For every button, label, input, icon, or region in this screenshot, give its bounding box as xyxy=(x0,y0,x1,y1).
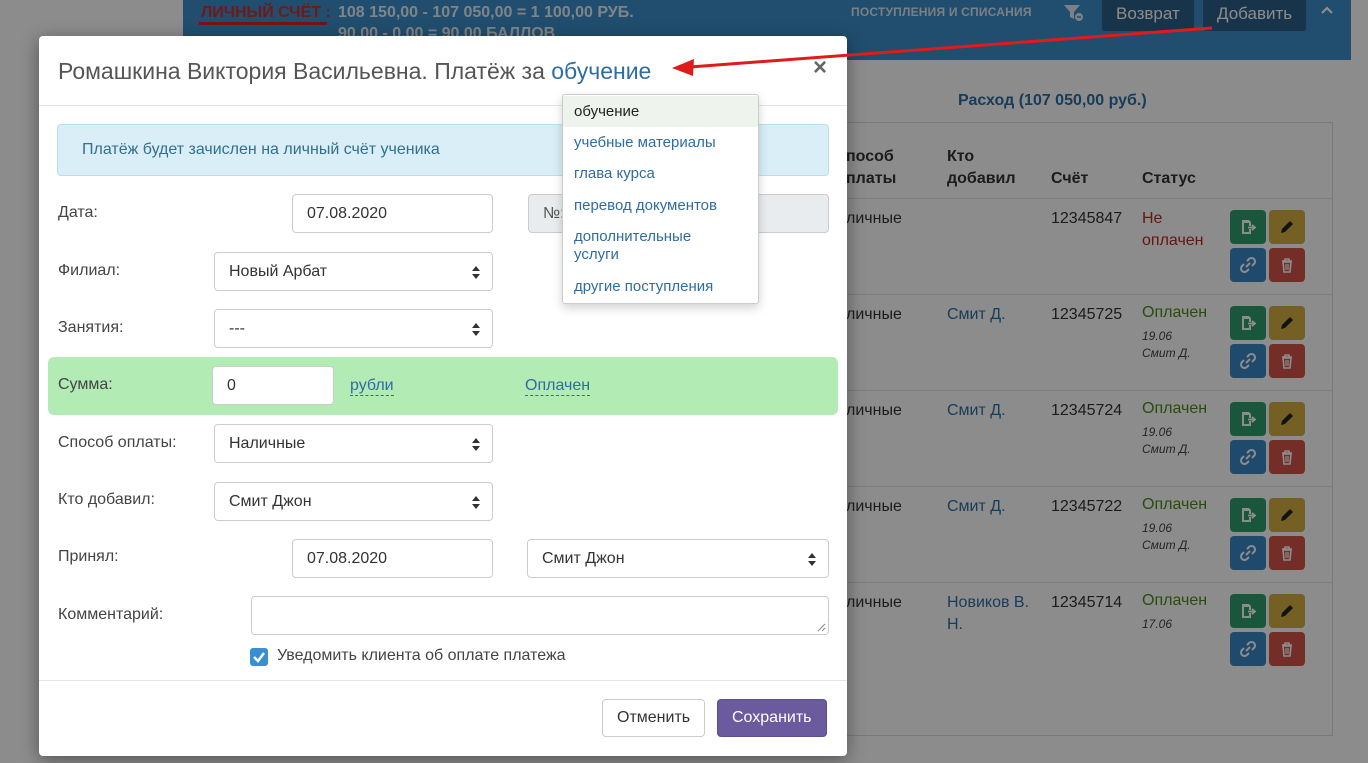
comment-label: Комментарий: xyxy=(58,606,164,623)
branch-select-value: Новый Арбат xyxy=(229,263,328,280)
lessons-select[interactable]: --- xyxy=(214,309,493,348)
payment-type-dropdown: обучение учебные материалы глава курса п… xyxy=(562,94,759,304)
sum-label: Сумма: xyxy=(58,376,113,393)
select-arrows-icon xyxy=(472,496,480,509)
accepted-label: Принял: xyxy=(58,548,119,565)
lessons-select-value: --- xyxy=(229,320,245,337)
paid-status-link[interactable]: Оплачен xyxy=(525,376,591,396)
select-arrows-icon xyxy=(808,553,816,566)
select-arrows-icon xyxy=(472,266,480,279)
select-arrows-icon xyxy=(472,438,480,451)
payment-method-value: Наличные xyxy=(229,435,306,452)
accepted-by-select[interactable]: Смит Джон xyxy=(527,539,829,578)
dropdown-item[interactable]: другие поступления xyxy=(563,278,758,296)
modal-title-text: Ромашкина Виктория Васильевна. Платёж за xyxy=(58,58,545,84)
payment-method-label: Способ оплаты: xyxy=(58,434,177,451)
currency-link[interactable]: рубли xyxy=(350,376,394,396)
payment-type-link[interactable]: обучение xyxy=(551,58,651,84)
added-by-label: Кто добавил: xyxy=(58,491,155,508)
close-icon[interactable]: × xyxy=(813,56,827,80)
modal-title: Ромашкина Виктория Васильевна. Платёж за… xyxy=(58,58,651,85)
lessons-label: Занятия: xyxy=(58,319,124,336)
notify-checkbox[interactable] xyxy=(250,648,268,666)
sum-input[interactable]: 0 xyxy=(212,366,334,405)
added-by-value: Смит Джон xyxy=(229,493,312,510)
date-input[interactable]: 07.08.2020 xyxy=(292,194,493,233)
sum-row xyxy=(48,357,838,415)
payment-method-select[interactable]: Наличные xyxy=(214,424,493,463)
dropdown-item[interactable]: перевод документов xyxy=(563,197,758,215)
accepted-date-input[interactable]: 07.08.2020 xyxy=(292,539,493,578)
dropdown-item[interactable]: глава курса xyxy=(563,165,758,183)
footer-divider xyxy=(39,680,847,681)
branch-label: Филиал: xyxy=(58,262,121,279)
dropdown-item[interactable]: учебные материалы xyxy=(563,134,758,152)
select-arrows-icon xyxy=(472,323,480,336)
notify-label[interactable]: Уведомить клиента об оплате платежа xyxy=(277,647,566,665)
dropdown-item[interactable]: обучение xyxy=(563,96,758,127)
branch-select[interactable]: Новый Арбат xyxy=(214,252,493,291)
accepted-by-value: Смит Джон xyxy=(542,550,625,567)
added-by-select[interactable]: Смит Джон xyxy=(214,482,493,521)
comment-textarea[interactable] xyxy=(251,596,829,635)
checkmark-icon xyxy=(253,652,265,663)
cancel-button[interactable]: Отменить xyxy=(602,699,706,737)
save-button[interactable]: Сохранить xyxy=(717,699,827,737)
dropdown-item[interactable]: дополнительные услуги xyxy=(563,228,723,264)
resize-handle-icon[interactable] xyxy=(817,623,826,632)
date-label: Дата: xyxy=(58,204,98,221)
